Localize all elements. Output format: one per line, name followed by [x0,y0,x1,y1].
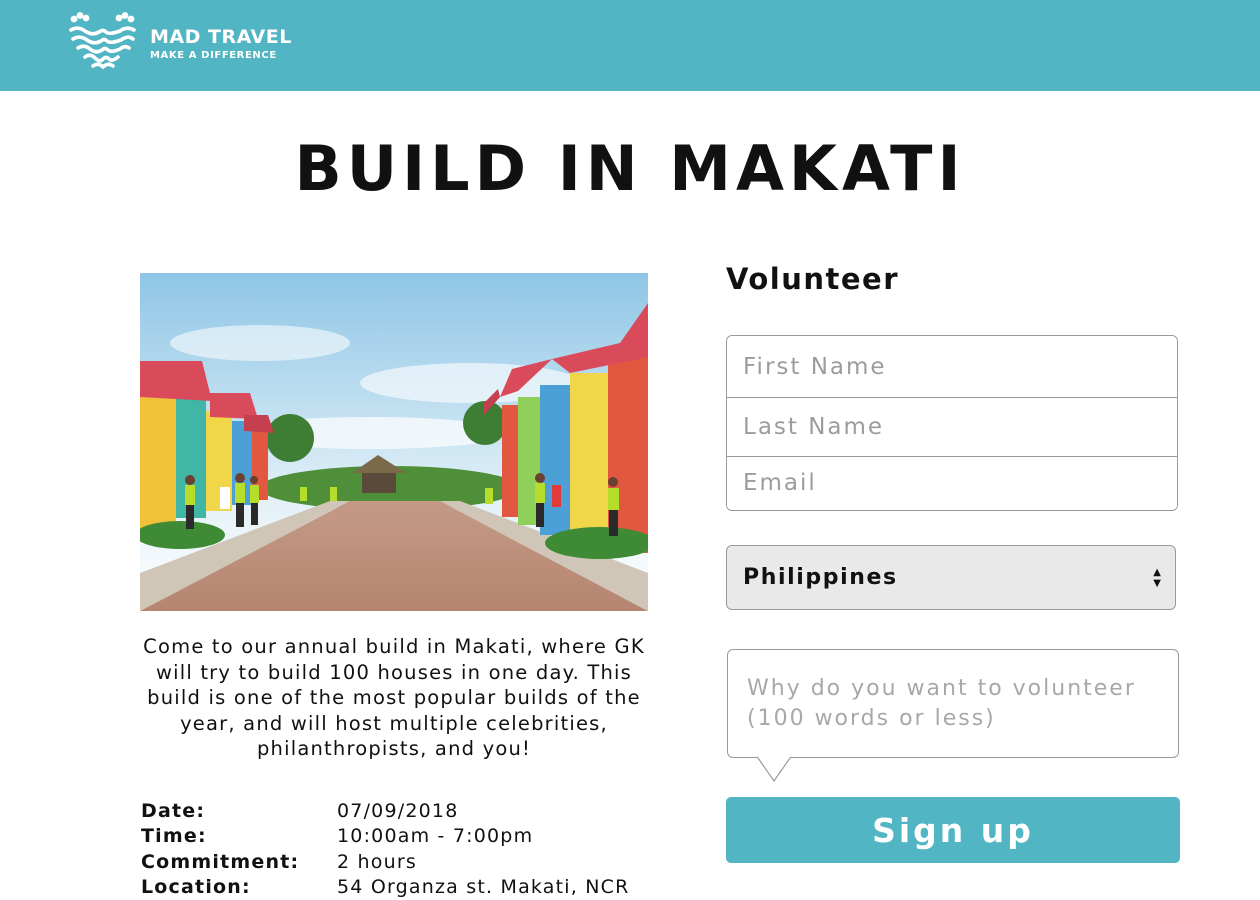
event-description: Come to our annual build in Makati, wher… [140,634,648,762]
brand-tagline: MAKE A DIFFERENCE [150,51,292,61]
detail-row-location: Location: 54 Organza st. Makati, NCR [141,875,701,900]
event-details: Date: 07/09/2018 Time: 10:00am - 7:00pm … [141,798,701,900]
last-name-field[interactable] [727,398,1177,457]
detail-value: 07/09/2018 [337,800,459,822]
detail-value: 54 Organza st. Makati, NCR [337,876,630,898]
heart-waves-icon [68,12,138,76]
detail-label: Location: [141,876,337,898]
detail-value: 2 hours [337,851,417,873]
brand-logo[interactable]: MAD TRAVEL MAKE A DIFFERENCE [68,12,292,76]
detail-label: Date: [141,800,337,822]
speech-tail-icon [757,757,791,783]
reason-textarea[interactable] [727,649,1179,758]
detail-row-time: Time: 10:00am - 7:00pm [141,824,701,850]
contact-fields [726,335,1178,511]
detail-row-date: Date: 07/09/2018 [141,798,701,824]
volunteer-heading: Volunteer [726,262,899,296]
sign-up-button[interactable]: Sign up [726,797,1180,863]
page-title: BUILD IN MAKATI [0,132,1260,205]
houses-street-illustration [140,273,648,611]
detail-label: Time: [141,825,337,847]
brand-wordmark: MAD TRAVEL MAKE A DIFFERENCE [150,28,292,61]
updown-arrows-icon: ▲▼ [1153,567,1161,589]
detail-row-commitment: Commitment: 2 hours [141,849,701,875]
first-name-field[interactable] [727,336,1177,398]
detail-label: Commitment: [141,851,337,873]
reason-bubble [727,649,1179,781]
site-header: MAD TRAVEL MAKE A DIFFERENCE [0,0,1260,91]
email-field[interactable] [727,457,1177,509]
event-photo [140,273,648,611]
country-select[interactable]: Philippines ▲▼ [726,545,1176,610]
country-selected-value: Philippines [743,565,898,590]
brand-name: MAD TRAVEL [150,28,292,47]
detail-value: 10:00am - 7:00pm [337,825,533,847]
